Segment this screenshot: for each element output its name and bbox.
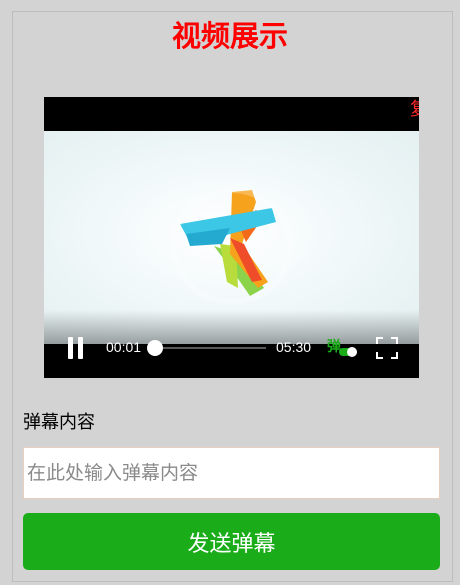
total-time: 05:30 [276,339,312,355]
player-controls: 00:01 05:30 弹 [44,331,419,365]
page-title: 视频展示 [171,19,288,53]
danmu-toggle[interactable]: 弹 [327,336,359,360]
progress-bar[interactable] [147,340,266,356]
progress-thumb[interactable] [147,340,164,356]
send-danmu-button[interactable]: 发送弹幕 [23,513,440,570]
danmu-input-label: 弹幕内容 [23,412,95,433]
video-frame[interactable] [44,131,419,344]
danmaku-message: 复 [410,99,419,121]
danmu-input[interactable] [23,447,440,499]
video-player[interactable]: 复 00:01 05:30 弹 [44,97,419,378]
pause-icon[interactable] [66,337,86,359]
danmu-switch-icon [339,347,357,357]
star-logo [172,187,292,304]
fullscreen-glyph-icon [376,337,398,359]
current-time: 00:01 [106,339,142,355]
fullscreen-icon[interactable] [376,337,398,359]
